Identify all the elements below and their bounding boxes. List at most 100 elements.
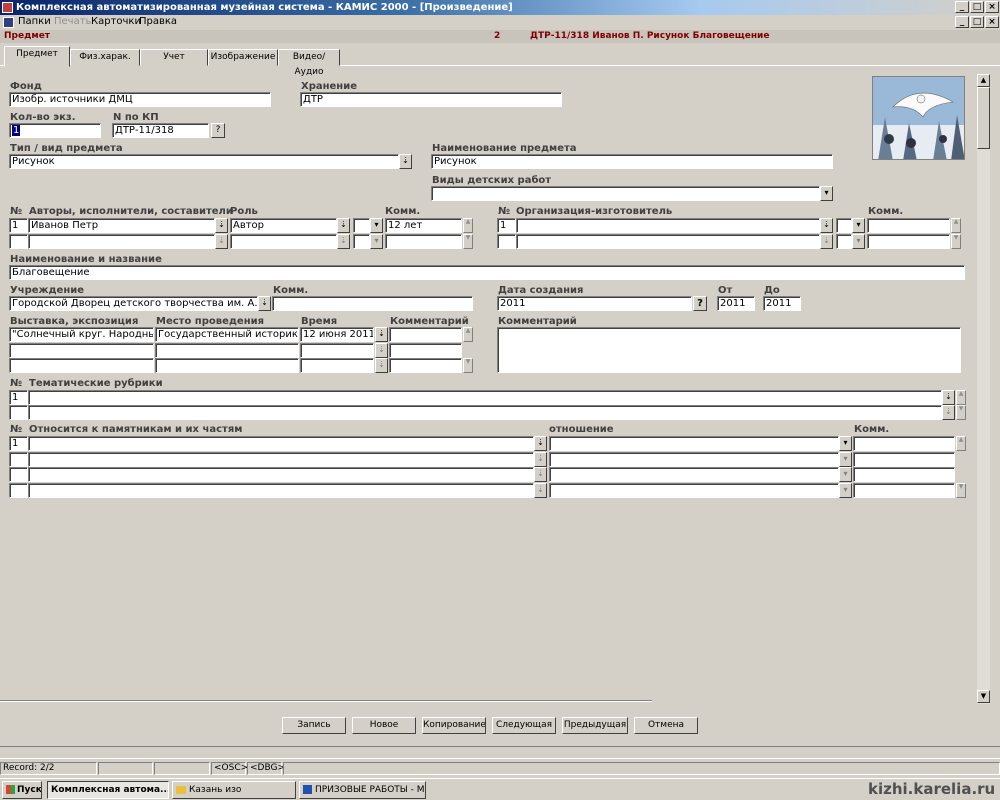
rubric-scroll-up[interactable]: ▲: [956, 390, 966, 405]
type-field[interactable]: Рисунок: [9, 154, 399, 169]
role-dropdown[interactable]: ▾: [370, 218, 383, 233]
relation-dropdown-3[interactable]: ▾: [839, 467, 852, 482]
org-comm-field-2[interactable]: [867, 234, 950, 249]
to-field[interactable]: 2011: [763, 296, 801, 311]
child-work-dropdown[interactable]: ▾: [820, 186, 833, 201]
time-field[interactable]: 12 июня 2011 г.: [300, 327, 374, 342]
monument-scroll-down[interactable]: ▼: [956, 483, 966, 498]
vertical-scrollbar[interactable]: ▲ ▼: [977, 74, 990, 704]
tab-video-audio[interactable]: Видео/Аудио: [278, 49, 340, 77]
taskbar-item-kazan-folder[interactable]: Казань изо: [172, 781, 296, 799]
author-comm-field-2[interactable]: [385, 234, 462, 249]
minimize-button[interactable]: _: [955, 1, 969, 13]
institution-comm-field[interactable]: [272, 296, 473, 311]
monument-lov-button-3[interactable]: ⇣: [534, 467, 547, 482]
scroll-down-arrow[interactable]: ▼: [977, 690, 990, 703]
exhibition-scroll-up[interactable]: ▲: [463, 327, 473, 342]
title-field[interactable]: Благовещение: [9, 265, 965, 280]
previous-button[interactable]: Предыдущая: [562, 717, 628, 734]
institution-lov-button[interactable]: ⇣: [258, 296, 271, 311]
menu-folders[interactable]: Папки: [18, 16, 51, 27]
cancel-button[interactable]: Отмена: [634, 717, 698, 734]
author-field-2[interactable]: [28, 234, 215, 249]
role-field-2[interactable]: [230, 234, 337, 249]
venue-field[interactable]: Государственный историко-ар: [155, 327, 299, 342]
monument-comm-field-4[interactable]: [853, 483, 955, 498]
org-extra-field[interactable]: [836, 218, 852, 233]
time-lov-button-3[interactable]: ⇣: [375, 358, 388, 373]
monument-scroll-up[interactable]: ▲: [956, 436, 966, 451]
name-field[interactable]: Рисунок: [431, 154, 833, 169]
menu-edit[interactable]: Правка: [139, 16, 177, 27]
monument-field-3[interactable]: [28, 467, 534, 482]
doc-close-button[interactable]: ×: [985, 16, 999, 28]
monument-comm-field[interactable]: [853, 436, 955, 451]
exhibition-comment-field-3[interactable]: [389, 358, 462, 373]
kp-help-button[interactable]: ?: [211, 123, 225, 138]
kp-field[interactable]: ДТР-11/318: [112, 123, 209, 138]
exhibition-comment-field[interactable]: [389, 327, 462, 342]
exhibition-field-3[interactable]: [9, 358, 154, 373]
new-button[interactable]: Новое: [352, 717, 416, 734]
comment-textarea[interactable]: [497, 327, 961, 373]
time-lov-button[interactable]: ⇣: [375, 327, 388, 342]
monument-field[interactable]: [28, 436, 534, 451]
date-help-button[interactable]: ?: [693, 296, 707, 311]
scroll-thumb[interactable]: [977, 87, 990, 149]
relation-field-3[interactable]: [549, 467, 839, 482]
venue-field-2[interactable]: [155, 343, 299, 358]
author-scroll-up[interactable]: ▲: [463, 218, 473, 233]
from-field[interactable]: 2011: [717, 296, 755, 311]
monument-lov-button-4[interactable]: ⇣: [534, 483, 547, 498]
fond-field[interactable]: Изобр. источники ДМЦ: [9, 92, 271, 107]
close-button[interactable]: ×: [985, 1, 999, 13]
tab-item[interactable]: Предмет: [4, 46, 70, 67]
storage-field[interactable]: ДТР: [300, 92, 562, 107]
taskbar-item-kamis[interactable]: Комплексная автома...: [47, 781, 169, 799]
doc-minimize-button[interactable]: _: [955, 16, 969, 28]
author-comm-field[interactable]: 12 лет: [385, 218, 462, 233]
time-lov-button-2[interactable]: ⇣: [375, 343, 388, 358]
org-lov-button-2[interactable]: ⇣: [820, 234, 833, 249]
monument-field-2[interactable]: [28, 452, 534, 467]
role-lov-button[interactable]: ⇣: [337, 218, 350, 233]
date-field[interactable]: 2011: [497, 296, 692, 311]
type-lov-button[interactable]: ⇣: [399, 154, 412, 169]
author-lov-button[interactable]: ⇣: [215, 218, 228, 233]
relation-field-2[interactable]: [549, 452, 839, 467]
role-extra-field[interactable]: [353, 218, 370, 233]
monument-comm-field-2[interactable]: [853, 452, 955, 467]
author-field[interactable]: Иванов Петр: [28, 218, 215, 233]
monument-comm-field-3[interactable]: [853, 467, 955, 482]
doc-restore-button[interactable]: □: [970, 16, 984, 28]
monument-lov-button[interactable]: ⇣: [534, 436, 547, 451]
rubric-field[interactable]: [28, 390, 942, 405]
copy-button[interactable]: Копирование: [422, 717, 486, 734]
rubric-lov-button-2[interactable]: ⇣: [942, 405, 955, 420]
org-scroll-down[interactable]: ▼: [951, 234, 961, 249]
role-extra-field-2[interactable]: [353, 234, 370, 249]
time-field-2[interactable]: [300, 343, 374, 358]
relation-field-4[interactable]: [549, 483, 839, 498]
org-dropdown[interactable]: ▾: [852, 218, 865, 233]
rubric-scroll-down[interactable]: ▼: [956, 405, 966, 420]
menu-print[interactable]: Печать: [54, 16, 91, 27]
org-field[interactable]: [516, 218, 820, 233]
role-field[interactable]: Автор: [230, 218, 337, 233]
next-button[interactable]: Следующая: [492, 717, 556, 734]
venue-field-3[interactable]: [155, 358, 299, 373]
tab-accounting[interactable]: Учет: [140, 49, 208, 66]
time-field-3[interactable]: [300, 358, 374, 373]
maximize-button[interactable]: □: [970, 1, 984, 13]
scroll-up-arrow[interactable]: ▲: [977, 74, 990, 87]
institution-field[interactable]: Городской Дворец детского творчества им.…: [9, 296, 258, 311]
save-button[interactable]: Запись: [282, 717, 346, 734]
org-field-2[interactable]: [516, 234, 820, 249]
exhibition-field[interactable]: "Солнечный круг. Народный к: [9, 327, 154, 342]
monument-lov-button-2[interactable]: ⇣: [534, 452, 547, 467]
tab-physical[interactable]: Физ.харак.: [70, 49, 140, 66]
rubric-field-2[interactable]: [28, 405, 942, 420]
author-lov-button-2[interactable]: ⇣: [215, 234, 228, 249]
rubric-lov-button[interactable]: ⇣: [942, 390, 955, 405]
tab-image[interactable]: Изображение: [208, 49, 278, 66]
